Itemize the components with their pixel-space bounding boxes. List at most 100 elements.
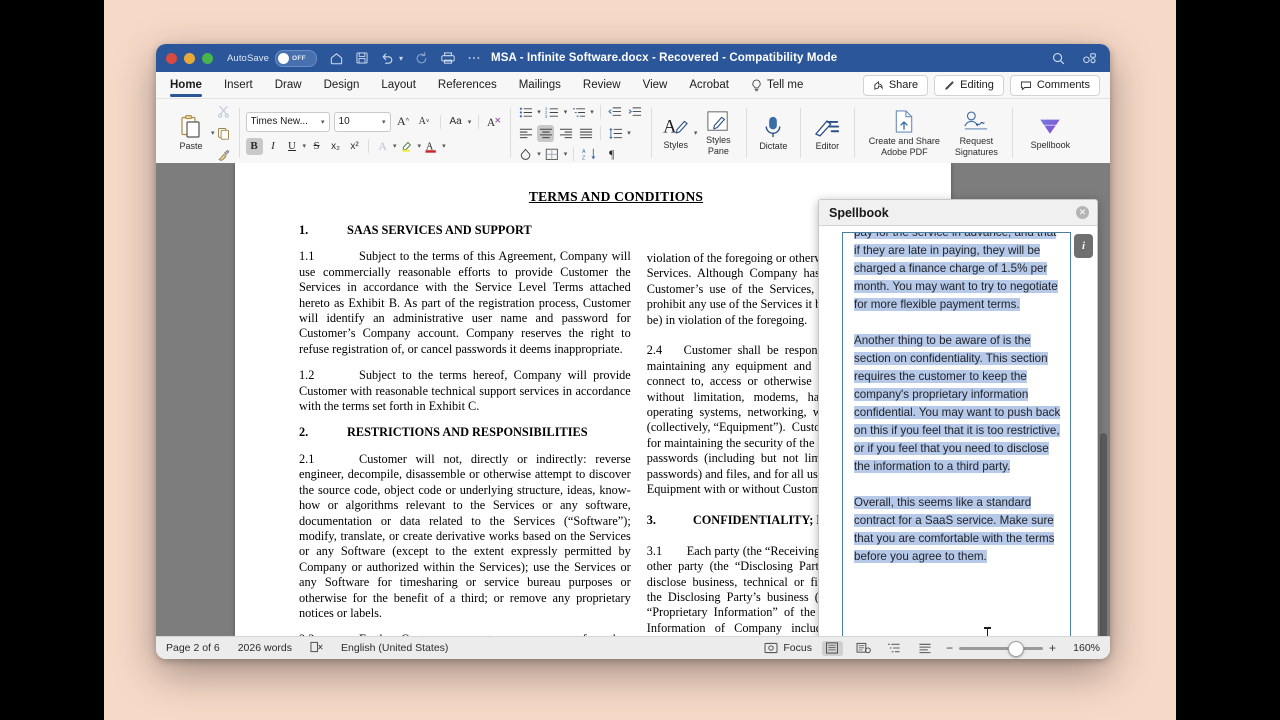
- bold-button[interactable]: B: [245, 137, 263, 155]
- zoom-out-button[interactable]: −: [946, 642, 953, 654]
- shading-icon[interactable]: [517, 146, 534, 163]
- italic-button[interactable]: I: [265, 138, 282, 155]
- word-count[interactable]: 2026 words: [238, 642, 292, 654]
- language-indicator[interactable]: English (United States): [341, 642, 448, 654]
- text-effects-caret[interactable]: ▾: [393, 142, 397, 150]
- tab-home[interactable]: Home: [170, 79, 202, 97]
- home-icon[interactable]: [329, 51, 344, 66]
- spellbook-text[interactable]: pay for the service in advance, and that…: [844, 233, 1069, 637]
- draft-icon[interactable]: [915, 641, 936, 656]
- close-window-button[interactable]: [166, 52, 177, 64]
- shading-caret[interactable]: ▾: [537, 150, 541, 158]
- grow-font-icon[interactable]: A ^: [395, 113, 412, 130]
- document-canvas[interactable]: TERMS AND CONDITIONS 1. SAAS SERVICES AND…: [156, 163, 1110, 637]
- zoom-slider[interactable]: − +: [946, 641, 1056, 657]
- autosave-toggle[interactable]: OFF: [275, 49, 317, 67]
- editing-button[interactable]: Editing: [934, 74, 1004, 96]
- font-color-icon[interactable]: A: [423, 138, 440, 155]
- undo-dropdown-caret[interactable]: ▾: [399, 54, 403, 63]
- styles-pane-button[interactable]: Styles Pane: [697, 110, 739, 156]
- tab-design[interactable]: Design: [324, 79, 360, 92]
- multilevel-caret[interactable]: ▾: [590, 108, 594, 116]
- decrease-indent-icon[interactable]: [607, 104, 624, 121]
- align-left-icon[interactable]: [517, 125, 534, 142]
- page-number[interactable]: Page 2 of 6: [166, 642, 220, 654]
- superscript-button[interactable]: x²: [346, 138, 363, 155]
- undo-icon[interactable]: [380, 51, 395, 66]
- request-signatures-button[interactable]: Request Signatures: [947, 109, 1005, 157]
- clear-formatting-icon[interactable]: A: [486, 113, 503, 130]
- numbering-icon[interactable]: 123: [544, 104, 561, 121]
- comments-button[interactable]: Comments: [1009, 74, 1100, 96]
- numbering-caret[interactable]: ▾: [564, 108, 568, 116]
- change-case-icon[interactable]: Aa: [448, 113, 464, 130]
- autosave-control[interactable]: AutoSave OFF: [227, 49, 317, 67]
- save-icon[interactable]: [355, 51, 369, 65]
- text-effects-icon[interactable]: A: [374, 138, 391, 155]
- styles-button[interactable]: A Styles: [658, 115, 694, 151]
- outline-icon[interactable]: [884, 641, 905, 656]
- tab-insert[interactable]: Insert: [224, 79, 253, 92]
- maximize-window-button[interactable]: [202, 52, 213, 64]
- paste-button[interactable]: Paste: [171, 114, 211, 152]
- proofing-errors-icon[interactable]: [310, 641, 323, 656]
- tab-layout[interactable]: Layout: [381, 79, 416, 92]
- tab-mailings[interactable]: Mailings: [519, 79, 561, 92]
- multilevel-list-icon[interactable]: [570, 104, 587, 121]
- info-icon[interactable]: i: [1074, 234, 1093, 258]
- minimize-window-button[interactable]: [184, 52, 195, 64]
- focus-button[interactable]: Focus: [764, 642, 812, 654]
- share-button[interactable]: Share: [862, 74, 929, 96]
- spellbook-button[interactable]: Spellbook: [1019, 115, 1081, 151]
- spellbook-body[interactable]: pay for the service in advance, and that…: [819, 226, 1097, 637]
- tell-me-box[interactable]: Tell me: [751, 79, 803, 92]
- spellbook-content-frame[interactable]: pay for the service in advance, and that…: [842, 232, 1071, 637]
- copy-icon[interactable]: [215, 125, 232, 142]
- paragraph-marks-icon[interactable]: ¶: [603, 146, 620, 163]
- document-scrollbar[interactable]: [1100, 171, 1107, 637]
- editor-button[interactable]: Editor: [807, 115, 847, 152]
- font-size-combo[interactable]: 10 ▾: [333, 111, 391, 132]
- zoom-track[interactable]: [958, 641, 1043, 657]
- align-right-icon[interactable]: [557, 125, 574, 142]
- web-layout-icon[interactable]: [853, 641, 874, 656]
- highlight-icon[interactable]: [399, 138, 416, 155]
- tab-draw[interactable]: Draw: [275, 79, 302, 92]
- increase-indent-icon[interactable]: [627, 104, 644, 121]
- scrollbar-thumb[interactable]: [1100, 433, 1107, 637]
- cut-icon[interactable]: [215, 103, 232, 120]
- format-painter-icon[interactable]: [215, 147, 232, 164]
- bullets-icon[interactable]: [517, 104, 534, 121]
- shrink-font-icon[interactable]: A ˅: [416, 113, 433, 130]
- change-case-caret[interactable]: ▾: [468, 118, 472, 126]
- zoom-in-button[interactable]: +: [1049, 642, 1056, 654]
- search-icon[interactable]: [1051, 51, 1066, 66]
- sort-icon[interactable]: AZ: [580, 146, 600, 163]
- line-spacing-caret[interactable]: ▾: [627, 129, 631, 137]
- underline-button[interactable]: U: [284, 138, 301, 155]
- zoom-knob[interactable]: [1007, 641, 1024, 657]
- strikethrough-button[interactable]: S: [308, 138, 325, 155]
- dictate-button[interactable]: Dictate: [753, 115, 793, 152]
- collaborate-icon[interactable]: [1082, 51, 1098, 66]
- more-icon[interactable]: [467, 51, 481, 65]
- borders-icon[interactable]: [544, 146, 561, 163]
- line-spacing-icon[interactable]: [607, 125, 624, 142]
- zoom-level[interactable]: 160%: [1066, 642, 1100, 654]
- font-color-caret[interactable]: ▾: [442, 142, 446, 150]
- close-icon[interactable]: ✕: [1076, 206, 1089, 219]
- print-layout-icon[interactable]: [821, 640, 843, 656]
- tab-review[interactable]: Review: [583, 79, 621, 92]
- tab-references[interactable]: References: [438, 79, 497, 92]
- tab-acrobat[interactable]: Acrobat: [689, 79, 729, 92]
- redo-icon[interactable]: [414, 51, 429, 66]
- font-name-combo[interactable]: Times New... ▾: [245, 111, 330, 132]
- print-icon[interactable]: [440, 50, 456, 66]
- borders-caret[interactable]: ▾: [564, 150, 568, 158]
- tab-view[interactable]: View: [643, 79, 668, 92]
- highlight-caret[interactable]: ▾: [418, 142, 422, 150]
- bullets-caret[interactable]: ▾: [537, 108, 541, 116]
- underline-caret[interactable]: ▾: [303, 142, 307, 150]
- subscript-button[interactable]: x₂: [327, 138, 344, 155]
- create-share-pdf-button[interactable]: Create and Share Adobe PDF: [861, 109, 947, 157]
